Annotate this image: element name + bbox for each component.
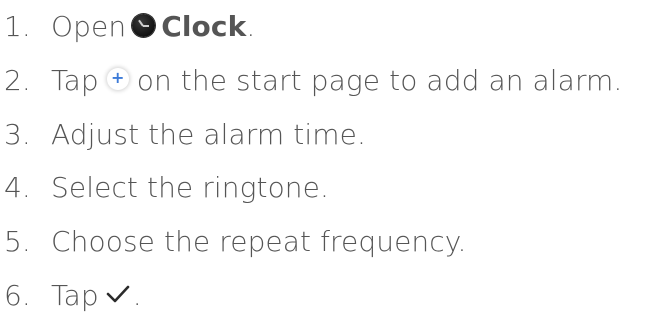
step-number: 4. [4,171,31,205]
step-text: Open [51,10,127,43]
step-3: 3. Adjust the alarm time. [4,108,670,162]
step-text-end: on the start page to add an alarm. [136,63,623,97]
step-text-end: . [132,278,142,312]
add-icon: + [106,67,129,90]
step-text: Choose the repeat frequency. [51,225,467,259]
step-text: Adjust the alarm time. [51,117,366,151]
step-text: Select the ringtone. [51,171,329,205]
step-2: 2. Tap + on the start page to add an alarm… [4,54,670,108]
app-name: Clock [161,10,247,43]
step-1: 1. Open Clock. [4,0,670,54]
clock-app-icon [132,13,156,37]
step-text: Tap [51,278,99,312]
step-5: 5. Choose the repeat frequency. [4,215,670,269]
step-number: 6. [4,278,31,312]
step-text-end: . [246,10,256,43]
instruction-steps: 1. Open Clock. 2. Tap + on the start page t… [4,0,670,323]
step-4: 4. Select the ringtone. [4,161,670,215]
step-number: 1. [4,10,31,43]
step-number: 5. [4,225,31,259]
step-number: 2. [4,63,31,97]
step-number: 3. [4,117,31,151]
step-6: 6. Tap. [4,269,670,323]
step-text: Tap [51,63,99,97]
checkmark-icon [106,285,130,303]
